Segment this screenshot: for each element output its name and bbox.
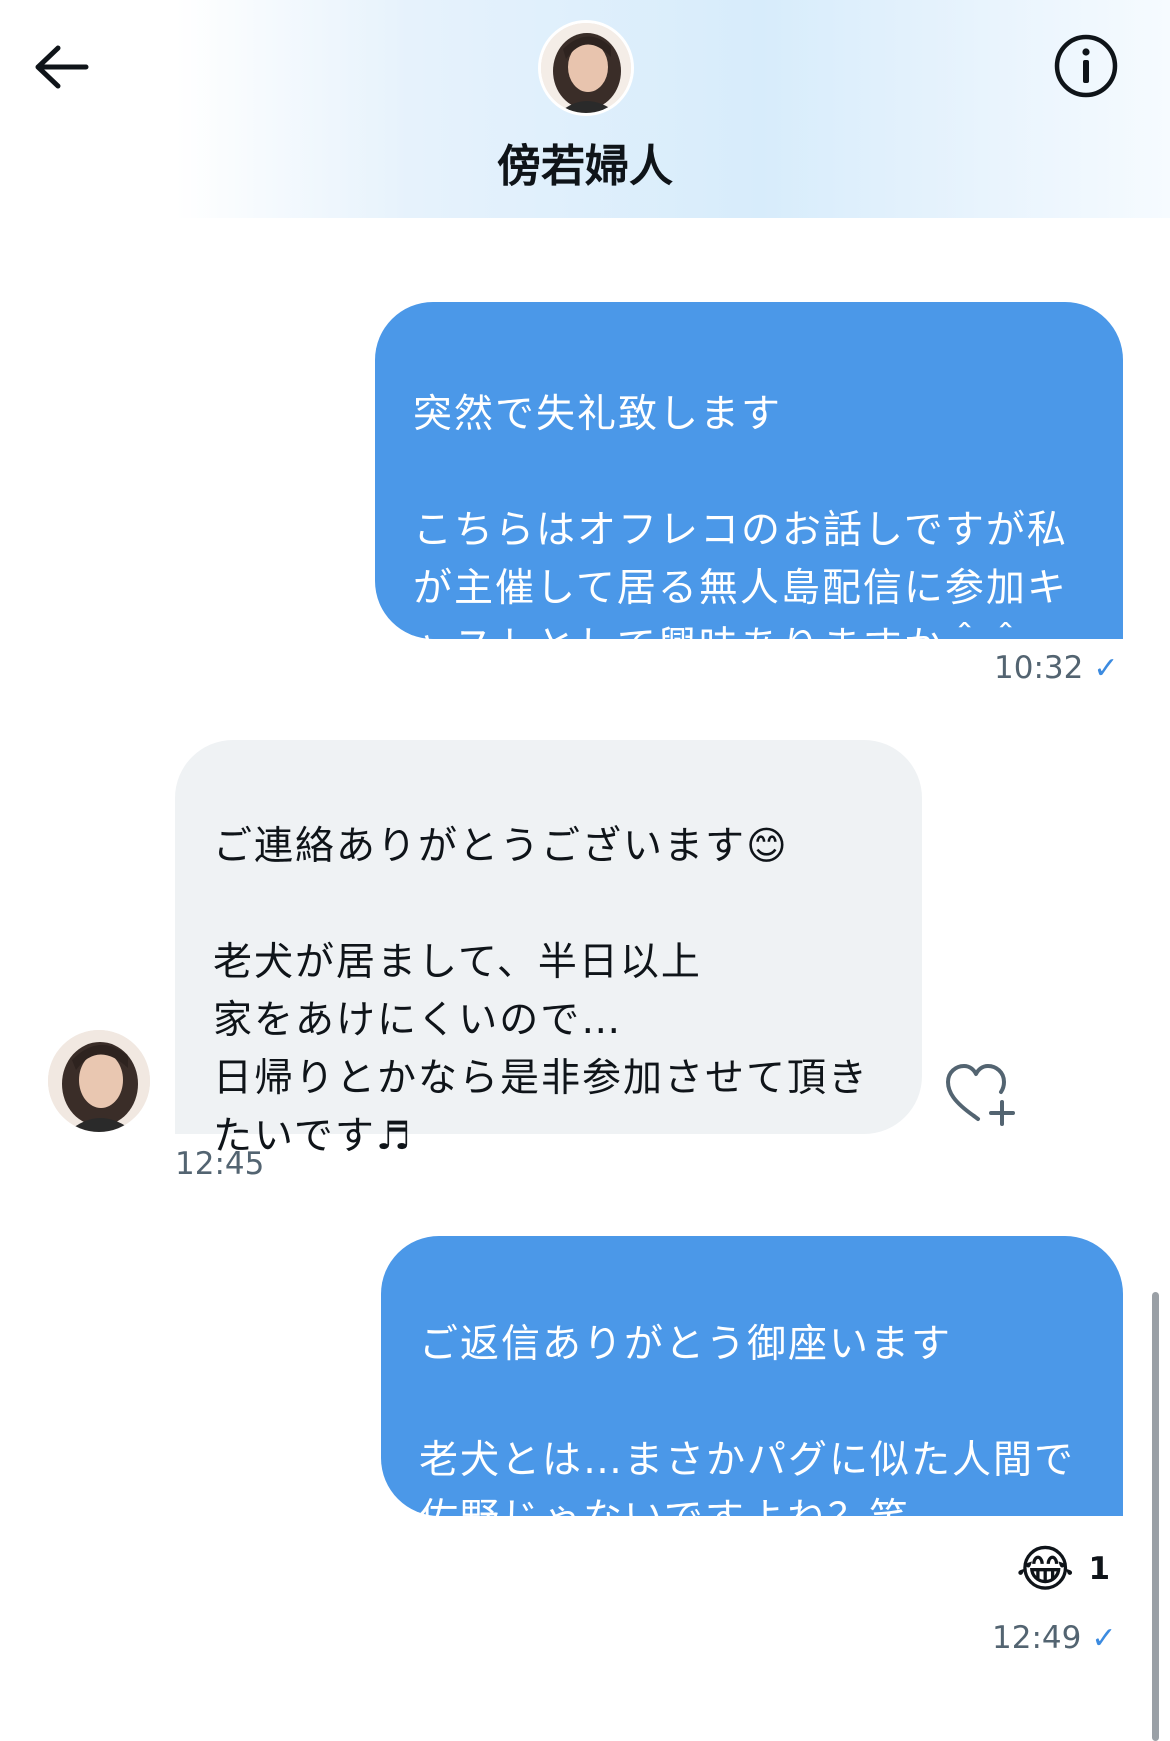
- contact-name[interactable]: 傍若婦人: [385, 130, 785, 194]
- message-timestamp: 12:49 ✓: [992, 1620, 1117, 1656]
- message-bubble-outgoing[interactable]: ご返信ありがとう御座います 老犬とは…まさかパグに似た人間で佐野じゃないですよね…: [381, 1236, 1123, 1541]
- arrow-left-icon: [35, 45, 89, 89]
- sender-avatar[interactable]: [48, 1030, 150, 1132]
- message-text: ご返信ありがとう御座います 老犬とは…まさかパグに似た人間で佐野じゃないですよね…: [419, 1322, 1076, 1541]
- message-timestamp: 10:32 ✓: [994, 650, 1119, 686]
- message-text: 突然で失礼致します こちらはオフレコのお話しですが私が主催して居る無人島配信に参…: [413, 392, 1068, 669]
- back-button[interactable]: [26, 34, 98, 100]
- reaction-badge[interactable]: 😂 1: [1016, 1534, 1110, 1604]
- message-timestamp: 12:45: [175, 1146, 265, 1182]
- message-bubble-outgoing[interactable]: 突然で失礼致します こちらはオフレコのお話しですが私が主催して居る無人島配信に参…: [375, 302, 1123, 669]
- scrollbar[interactable]: [1152, 1292, 1159, 1741]
- message-text: ご連絡ありがとうございます😊 老犬が居まして、半日以上 家をあけにくいので… 日…: [213, 824, 870, 1159]
- heart-plus-icon: [946, 1064, 1015, 1126]
- profile-photo: [48, 1030, 150, 1132]
- message-bubble-incoming[interactable]: ご連絡ありがとうございます😊 老犬が居まして、半日以上 家をあけにくいので… 日…: [175, 740, 922, 1159]
- profile-photo: [541, 23, 631, 113]
- info-button[interactable]: [1050, 30, 1122, 102]
- info-circle-icon: [1054, 34, 1118, 98]
- add-reaction-button[interactable]: [944, 1062, 1018, 1130]
- check-icon: ✓: [1091, 1621, 1117, 1656]
- conversation-header: 傍若婦人: [0, 0, 1170, 218]
- laughing-emoji-icon: 😂: [1016, 1540, 1075, 1598]
- contact-avatar[interactable]: [538, 20, 634, 116]
- check-icon: ✓: [1093, 651, 1119, 686]
- reaction-count: 1: [1088, 1551, 1111, 1587]
